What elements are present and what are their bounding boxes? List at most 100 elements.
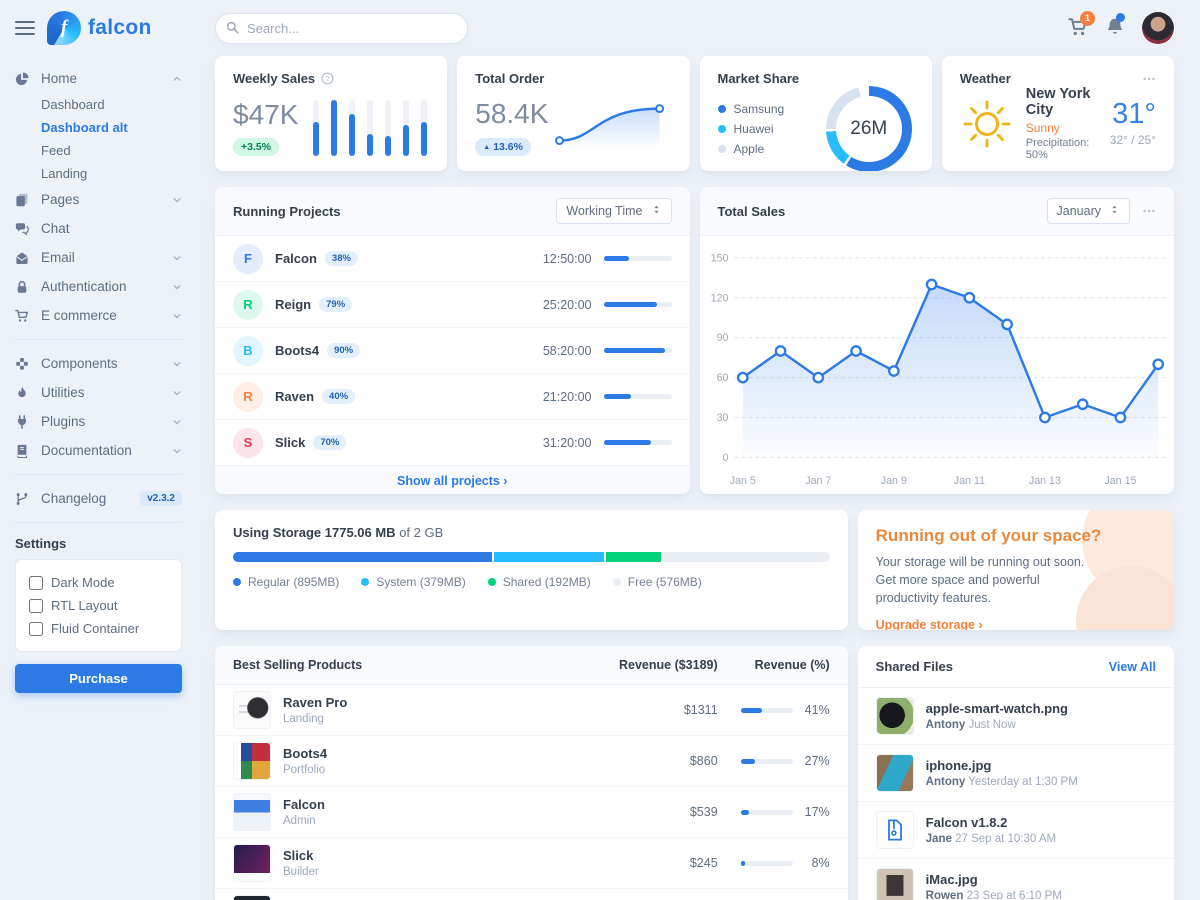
checkbox-dark-mode[interactable]: Dark Mode	[29, 571, 168, 594]
comments-icon	[15, 222, 31, 236]
search-input[interactable]	[215, 13, 468, 44]
project-percent-badge: 90%	[327, 343, 360, 358]
sidebar-item-components[interactable]: Components	[15, 349, 182, 378]
sidebar-item-landing[interactable]: Landing	[41, 162, 182, 185]
svg-text:30: 30	[716, 412, 728, 424]
checkbox-fluid-container[interactable]: Fluid Container	[29, 617, 168, 640]
product-category-link[interactable]: Admin	[283, 815, 558, 827]
nav-divider	[15, 474, 182, 475]
svg-text:150: 150	[710, 252, 728, 264]
sidebar-item-home[interactable]: Home	[15, 64, 182, 93]
file-name-link[interactable]: Falcon v1.8.2	[926, 815, 1008, 830]
checkbox-label: Fluid Container	[51, 621, 139, 636]
sidebar-item-email[interactable]: Email	[15, 243, 182, 272]
falcon-logo[interactable]: f falcon	[47, 11, 152, 45]
sidebar-item-label: Utilities	[41, 385, 162, 400]
checkbox-input[interactable]	[29, 576, 43, 590]
month-select[interactable]: January	[1047, 198, 1130, 224]
project-name-link[interactable]: Falcon	[275, 251, 317, 266]
nav-divider	[15, 339, 182, 340]
ellipsis-menu-icon[interactable]	[1142, 72, 1156, 86]
sidebar-item-label: Email	[41, 250, 162, 265]
plug-icon	[15, 415, 31, 429]
project-name-link[interactable]: Raven	[275, 389, 314, 404]
project-name-link[interactable]: Slick	[275, 435, 305, 450]
sidebar-item-plugins[interactable]: Plugins	[15, 407, 182, 436]
help-icon[interactable]: ?	[321, 72, 334, 85]
working-time-select[interactable]: Working Time	[556, 198, 671, 224]
legend-dot	[361, 578, 369, 586]
product-category-link[interactable]: Portfolio	[283, 764, 558, 776]
sidebar-item-dashboard-alt[interactable]: Dashboard alt	[41, 116, 182, 139]
card-title: Weekly Sales	[233, 71, 315, 86]
sidebar-item-e-commerce[interactable]: E commerce	[15, 301, 182, 330]
bell-icon[interactable]	[1105, 17, 1125, 40]
show-all-projects-link[interactable]: Show all projects ›	[215, 466, 690, 494]
storage-summary: Using Storage 1775.06 MB of 2 GB	[233, 525, 830, 540]
product-thumbnail	[233, 742, 271, 780]
product-revenue: $1311	[558, 703, 718, 717]
sidebar-item-pages[interactable]: Pages	[15, 185, 182, 214]
falcon-logo-icon: f	[47, 11, 81, 45]
product-category-link[interactable]: Builder	[283, 866, 558, 878]
weather-city: New York City	[1026, 86, 1110, 118]
sidebar-nav: HomeDashboardDashboard altFeedLanding Pag…	[15, 56, 182, 693]
upgrade-storage-link[interactable]: Upgrade storage ›	[876, 618, 983, 630]
weather-temp: 31°	[1110, 100, 1156, 129]
legend-item: Apple	[718, 139, 785, 159]
storage-legend-item: Free (576MB)	[613, 575, 702, 589]
legend-label: Regular (895MB)	[248, 575, 339, 589]
list-item: apple-smart-watch.pngAntony Just Now	[858, 688, 1174, 745]
legend-label: Shared (192MB)	[503, 575, 591, 589]
project-name-link[interactable]: Boots4	[275, 343, 319, 358]
svg-text:Jan 7: Jan 7	[805, 475, 831, 487]
project-avatar: B	[233, 336, 263, 366]
ellipsis-menu-icon[interactable]	[1142, 204, 1156, 218]
product-name-link[interactable]: Falcon	[283, 797, 325, 812]
file-name-link[interactable]: apple-smart-watch.png	[926, 701, 1068, 716]
checkbox-rtl-layout[interactable]: RTL Layout	[29, 594, 168, 617]
market-share-legend: SamsungHuaweiApple	[718, 99, 785, 159]
sidebar-item-feed[interactable]: Feed	[41, 139, 182, 162]
file-owner: Jane	[926, 833, 952, 845]
table-row-partial	[215, 889, 848, 900]
legend-dot	[613, 578, 621, 586]
purchase-button[interactable]: Purchase	[15, 664, 182, 693]
revenue-progress-bar	[741, 861, 793, 866]
project-row: FFalcon38%12:50:00	[215, 236, 690, 282]
search-icon	[226, 21, 239, 37]
svg-text:Jan 15: Jan 15	[1104, 475, 1136, 487]
product-name-link[interactable]: Slick	[283, 848, 313, 863]
cart-icon[interactable]: 1	[1068, 17, 1088, 40]
project-name-link[interactable]: Reign	[275, 297, 311, 312]
book-icon	[15, 444, 31, 458]
file-name-link[interactable]: iMac.jpg	[926, 872, 978, 887]
sidebar-item-label: Pages	[41, 192, 162, 207]
card-title: Weather	[960, 71, 1011, 86]
sidebar-item-documentation[interactable]: Documentation	[15, 436, 182, 465]
list-item: Falcon v1.8.2Jane 27 Sep at 10:30 AM	[858, 802, 1174, 859]
search-box	[215, 13, 468, 44]
sun-icon	[960, 97, 1014, 151]
project-percent-badge: 79%	[319, 297, 352, 312]
product-name-link[interactable]: Boots4	[283, 746, 327, 761]
mini-bar	[421, 100, 427, 156]
list-item: iMac.jpgRowen 23 Sep at 6:10 PM	[858, 859, 1174, 900]
sort-icon	[1109, 204, 1120, 218]
checkbox-input[interactable]	[29, 599, 43, 613]
checkbox-input[interactable]	[29, 622, 43, 636]
project-time: 21:20:00	[543, 390, 592, 404]
storage-legend: Regular (895MB)System (379MB)Shared (192…	[233, 575, 830, 589]
panel-title: Running Projects	[233, 204, 341, 219]
sidebar-item-changelog[interactable]: Changelogv2.3.2	[15, 484, 182, 513]
file-name-link[interactable]: iphone.jpg	[926, 758, 992, 773]
sidebar-item-dashboard[interactable]: Dashboard	[41, 93, 182, 116]
view-all-link[interactable]: View All	[1109, 660, 1156, 674]
menu-toggle-icon[interactable]	[15, 21, 35, 35]
sidebar-item-authentication[interactable]: Authentication	[15, 272, 182, 301]
product-category-link[interactable]: Landing	[283, 713, 558, 725]
user-avatar[interactable]	[1142, 12, 1174, 44]
product-name-link[interactable]: Raven Pro	[283, 695, 347, 710]
sidebar-item-chat[interactable]: Chat	[15, 214, 182, 243]
sidebar-item-utilities[interactable]: Utilities	[15, 378, 182, 407]
